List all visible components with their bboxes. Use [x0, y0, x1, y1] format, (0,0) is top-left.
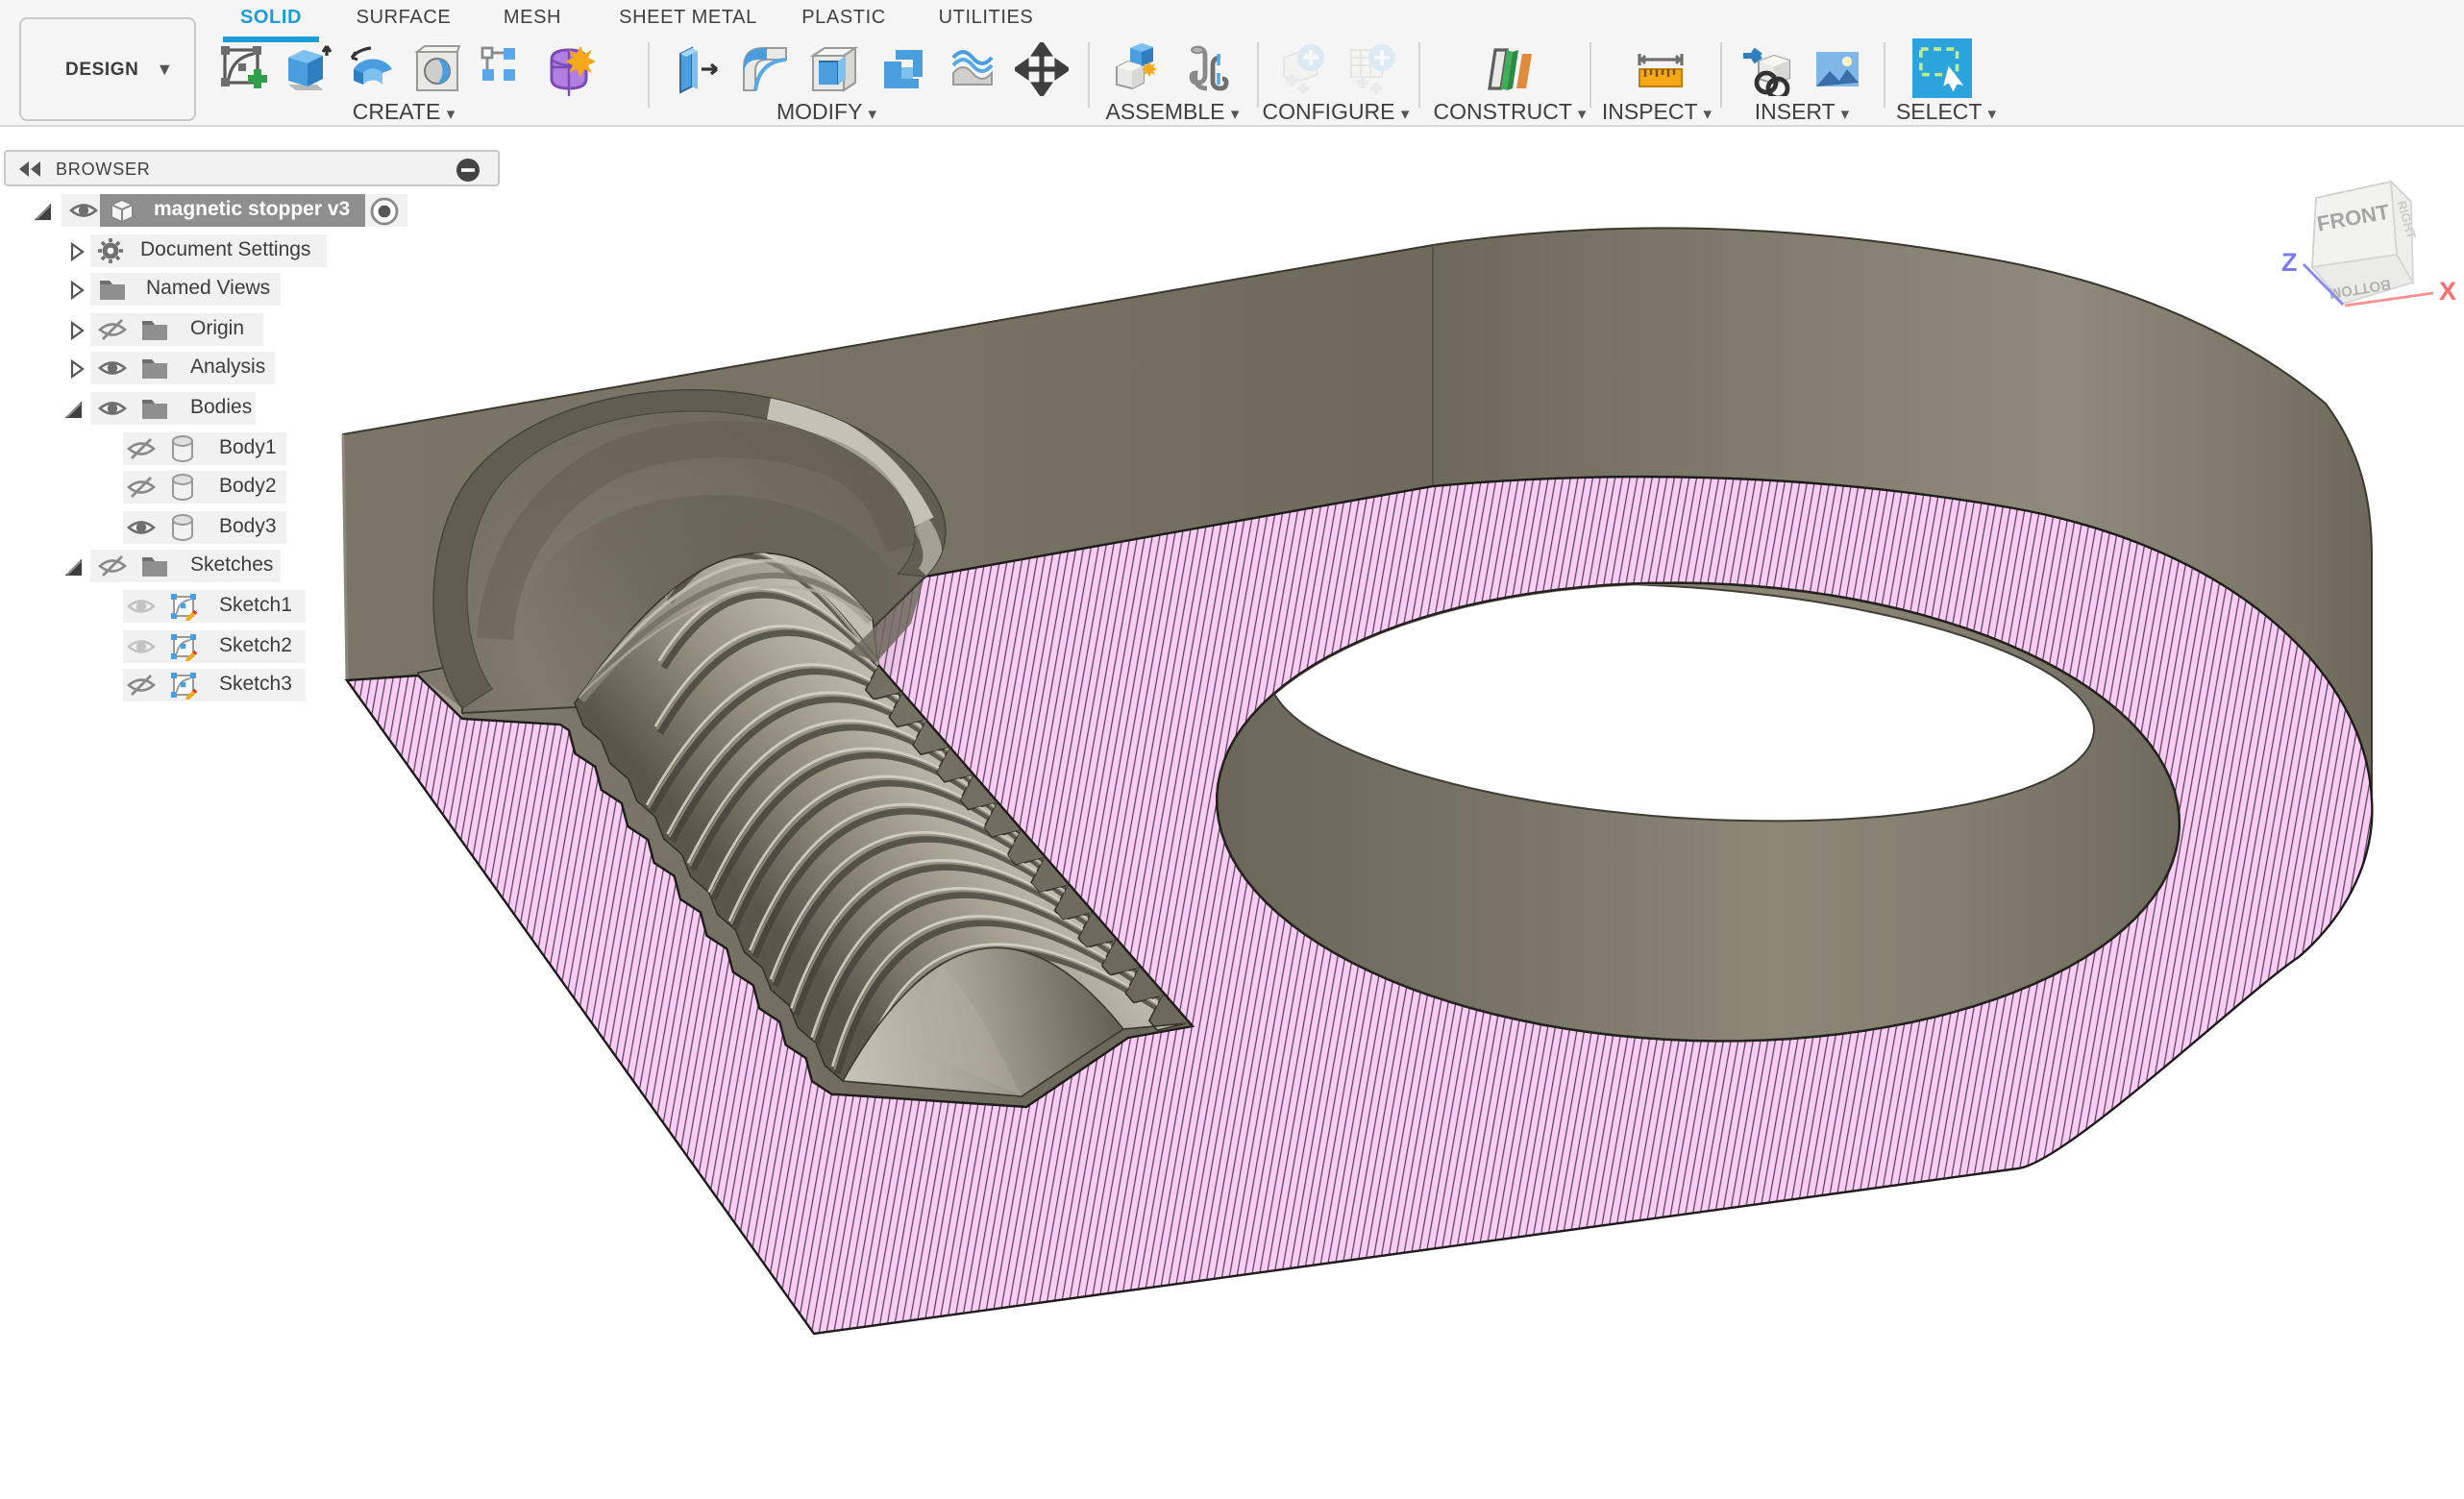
svg-text:X: X: [2439, 277, 2456, 306]
svg-text:Z: Z: [2281, 248, 2298, 277]
